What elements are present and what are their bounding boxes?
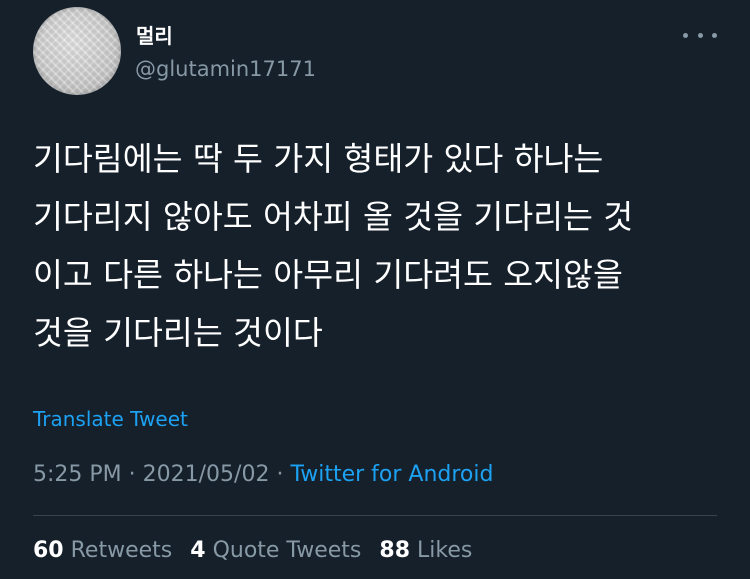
tweet-text: 기다림에는 딱 두 가지 형태가 있다 하나는 기다리지 않아도 어차피 올 것… (33, 140, 634, 352)
tweet-stats: 60 Retweets 4 Quote Tweets 88 Likes (33, 538, 472, 563)
likes-stat[interactable]: 88 Likes (379, 538, 472, 563)
retweets-count: 60 (33, 538, 64, 563)
retweets-stat[interactable]: 60 Retweets (33, 538, 172, 563)
translate-tweet-link[interactable]: Translate Tweet (33, 407, 188, 431)
avatar[interactable] (33, 7, 121, 95)
more-dot (697, 32, 703, 38)
tweet-meta: 5:25 PM · 2021/05/02 · Twitter for Andro… (33, 462, 493, 487)
more-dot (712, 32, 717, 38)
quote-tweets-label: Quote Tweets (212, 538, 362, 563)
tweet-time[interactable]: 5:25 PM (33, 462, 122, 487)
author-display-name[interactable]: 멀리 (136, 20, 173, 49)
tweet-date[interactable]: 2021/05/02 (143, 462, 270, 487)
tweet-source-link[interactable]: Twitter for Android (290, 462, 493, 487)
more-options-icon[interactable] (683, 27, 717, 43)
meta-separator: · (121, 462, 143, 487)
quote-tweets-stat[interactable]: 4 Quote Tweets (190, 538, 361, 563)
more-dot (683, 32, 688, 38)
author-handle[interactable]: @glutamin17171 (135, 57, 316, 81)
meta-separator: · (269, 462, 291, 487)
divider (33, 515, 717, 516)
likes-count: 88 (379, 538, 411, 563)
retweets-label: Retweets (70, 538, 173, 563)
likes-label: Likes (417, 538, 473, 563)
quote-tweets-count: 4 (190, 538, 206, 563)
